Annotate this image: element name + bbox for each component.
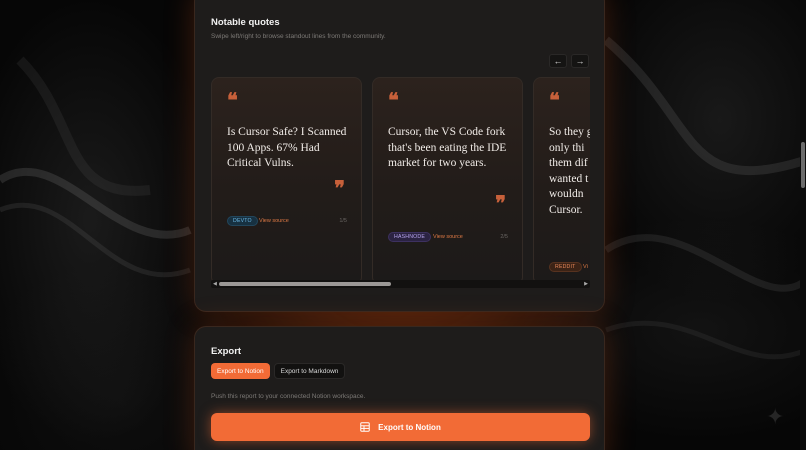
open-quote-icon: ❝ [227, 88, 238, 112]
export-description: Push this report to your connected Notio… [211, 393, 366, 400]
close-quote-icon: ❞ [495, 191, 506, 215]
scroll-thumb[interactable] [219, 282, 391, 286]
scroll-right-icon[interactable]: ▶ [584, 280, 588, 288]
view-source-link[interactable]: Vi [583, 264, 588, 270]
open-quote-icon: ❝ [388, 88, 399, 112]
quote-text: So they g only thi them dif wanted t I w… [549, 126, 590, 216]
carousel-scrollbar[interactable]: ◀ ▶ [211, 280, 590, 288]
tab-export-markdown[interactable]: Export to Markdown [273, 363, 346, 379]
export-button-label: Export to Notion [378, 422, 441, 432]
close-quote-icon: ❞ [334, 176, 345, 200]
source-badge: HASHNODE [388, 232, 432, 242]
view-source-link[interactable]: View source [259, 218, 289, 224]
quote-card: ❝ Cursor, the VS Code fork that's been e… [372, 77, 523, 285]
sparkle-icon: ✦ [766, 404, 785, 429]
scroll-left-icon[interactable]: ◀ [213, 280, 217, 288]
section-subtitle: Swipe left/right to browse standout line… [211, 33, 386, 40]
card-index: 2/5 [500, 234, 508, 240]
quotes-carousel[interactable]: ❝ Is Cursor Safe? I Scanned 100 Apps. 67… [211, 77, 590, 287]
prev-arrow-button[interactable]: ← [549, 54, 567, 68]
card-index: 1/5 [339, 218, 347, 224]
table-icon [360, 422, 370, 432]
section-title: Notable quotes [211, 17, 280, 28]
quote-card: ❝ Is Cursor Safe? I Scanned 100 Apps. 67… [211, 77, 362, 285]
section-title: Export [211, 346, 242, 357]
source-badge: DEVTO [227, 216, 258, 226]
view-source-link[interactable]: View source [433, 234, 463, 240]
page-scroll-thumb[interactable] [801, 142, 805, 188]
export-card: Export Export to Notion Export to Markdo… [194, 326, 605, 450]
open-quote-icon: ❝ [549, 88, 560, 112]
tab-export-notion[interactable]: Export to Notion [211, 363, 270, 379]
export-tabs: Export to Notion Export to Markdown [211, 363, 346, 381]
quote-text: Is Cursor Safe? I Scanned 100 Apps. 67% … [227, 126, 347, 169]
page-scrollbar[interactable] [800, 0, 806, 450]
export-to-notion-button[interactable]: Export to Notion [211, 413, 590, 441]
quote-text: Cursor, the VS Code fork that's been eat… [388, 126, 507, 169]
quote-card: ❝ So they g only thi them dif wanted t I… [533, 77, 590, 285]
notable-quotes-card: Notable quotes Swipe left/right to brows… [194, 0, 605, 312]
next-arrow-button[interactable]: → [571, 54, 589, 68]
source-badge: REDDIT [549, 262, 582, 272]
